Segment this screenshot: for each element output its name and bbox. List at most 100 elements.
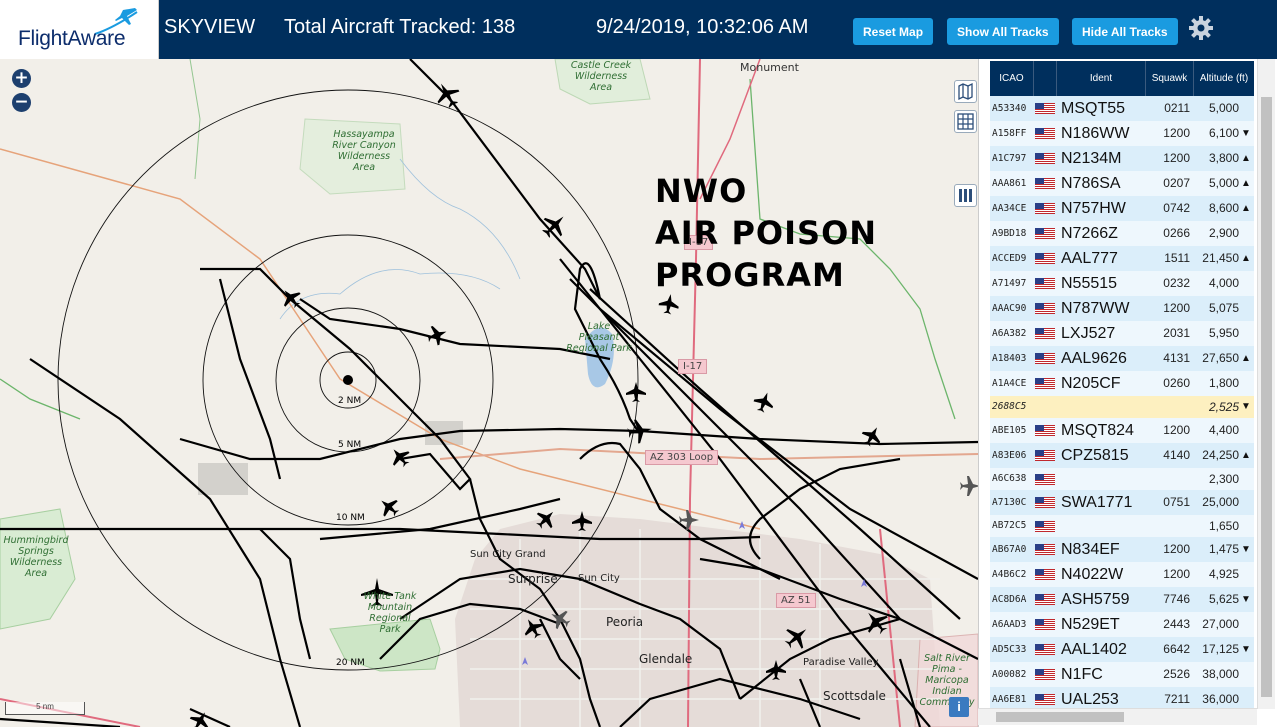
table-row[interactable]: 2688C5 2,525 ▼	[990, 396, 1254, 418]
zoom-out-button[interactable]: −	[12, 93, 31, 112]
table-row[interactable]: A83E06 CPZ5815 4140 24,250 ▲	[990, 443, 1254, 468]
table-row[interactable]: A53340 MSQT55 0211 5,000	[990, 96, 1254, 121]
columns-toggle-button[interactable]	[954, 184, 977, 207]
ident-cell: N787WW	[1061, 300, 1130, 317]
altitude-cell: 27,650	[1202, 351, 1239, 365]
altitude-trend-cell	[1241, 271, 1252, 296]
us-flag-icon	[1035, 278, 1055, 289]
table-row[interactable]: A18403 AAL9626 4131 27,650 ▲	[990, 346, 1254, 371]
reset-map-button[interactable]: Reset Map	[853, 18, 934, 45]
table-row[interactable]: A6C638 2,300	[990, 468, 1254, 490]
app-title: SKYVIEW	[164, 16, 256, 38]
squawk-cell: 0751	[1163, 495, 1190, 509]
ident-cell: ASH5759	[1061, 591, 1130, 608]
table-row[interactable]: AA34CE N757HW 0742 8,600 ▲	[990, 196, 1254, 221]
ring-label-20nm: 20 NM	[336, 658, 365, 668]
us-flag-icon	[1035, 328, 1055, 339]
icao-cell: AA34CE	[992, 203, 1027, 214]
ident-cell: N205CF	[1061, 375, 1121, 392]
table-row[interactable]: AB67A0 N834EF 1200 1,475 ▼	[990, 537, 1254, 562]
table-row[interactable]: A6A382 LXJ527 2031 5,950	[990, 321, 1254, 346]
altitude-cell: 2,525	[1208, 400, 1239, 414]
table-row[interactable]: AAAC90 N787WW 1200 5,075	[990, 296, 1254, 321]
map-view[interactable]: Castle Creek Wilderness Area Monument Ha…	[0, 59, 978, 727]
logo-text: FlightAware	[18, 27, 126, 50]
zoom-in-button[interactable]: +	[12, 69, 31, 88]
icao-cell: A00082	[992, 669, 1027, 680]
squawk-cell	[1148, 468, 1190, 490]
table-row[interactable]: ABE105 MSQT824 1200 4,400	[990, 418, 1254, 443]
icao-cell: A1A4CE	[992, 378, 1027, 389]
squawk-cell: 2526	[1163, 667, 1190, 681]
table-row[interactable]: A00082 N1FC 2526 38,000	[990, 662, 1254, 687]
us-flag-icon	[1035, 228, 1055, 239]
table-row[interactable]: A9BD18 N7266Z 0266 2,900	[990, 221, 1254, 246]
table-row[interactable]: A1C797 N2134M 1200 3,800 ▲	[990, 146, 1254, 171]
altitude-trend-cell: ▲	[1241, 353, 1251, 364]
squawk-cell: 2031	[1163, 326, 1190, 340]
table-row[interactable]: A7130C SWA1771 0751 25,000	[990, 490, 1254, 515]
ident-cell: AAL1402	[1061, 641, 1127, 658]
table-row[interactable]: A4B6C2 N4022W 1200 4,925	[990, 562, 1254, 587]
ident-cell: MSQT55	[1061, 100, 1126, 117]
scrollbar-thumb[interactable]	[996, 712, 1124, 722]
table-row[interactable]: AC8D6A ASH5759 7746 5,625 ▼	[990, 587, 1254, 612]
altitude-cell: 2,300	[1208, 472, 1239, 486]
altitude-trend-cell: ▲	[1241, 253, 1251, 264]
icao-cell: A7130C	[992, 497, 1027, 508]
ident-cell: AAL9626	[1061, 350, 1127, 367]
overlay-caption: NWO AIR POISON PROGRAM	[655, 170, 877, 296]
hide-all-tracks-button[interactable]: Hide All Tracks	[1072, 18, 1178, 45]
park-label-lake-pleasant: Lake Pleasant Regional Park	[566, 321, 632, 354]
table-row[interactable]: A158FF N186WW 1200 6,100 ▼	[990, 121, 1254, 146]
table-row[interactable]: AD5C33 AAL1402 6642 17,125 ▼	[990, 637, 1254, 662]
info-icon[interactable]: i	[949, 697, 969, 717]
altitude-trend-cell	[1241, 468, 1252, 490]
us-flag-icon	[1035, 425, 1055, 436]
us-flag-icon	[1035, 303, 1055, 314]
column-header-squawk[interactable]: Squawk	[1146, 61, 1194, 96]
table-row[interactable]: AAA861 N786SA 0207 5,000 ▲	[990, 171, 1254, 196]
table-row[interactable]: A71497 N55515 0232 4,000	[990, 271, 1254, 296]
map-icon	[958, 82, 973, 101]
overlay-line: AIR POISON	[655, 214, 878, 252]
ident-cell	[1061, 468, 1147, 490]
table-row[interactable]: A6AAD3 N529ET 2443 27,000	[990, 612, 1254, 637]
squawk-cell: 1200	[1163, 126, 1190, 140]
altitude-trend-cell	[1241, 371, 1252, 396]
gear-icon[interactable]	[1188, 15, 1214, 41]
park-label-castle-creek: Castle Creek Wilderness Area	[570, 60, 632, 93]
squawk-cell	[1148, 515, 1190, 537]
ident-cell: N55515	[1061, 275, 1118, 292]
column-header-flag[interactable]	[1034, 61, 1057, 96]
us-flag-icon	[1035, 178, 1055, 189]
scrollbar-thumb[interactable]	[1261, 97, 1272, 697]
column-header-altitude[interactable]: Altitude (ft)	[1194, 61, 1254, 96]
show-all-tracks-button[interactable]: Show All Tracks	[947, 18, 1059, 45]
table-row[interactable]: ACCED9 AAL777 1511 21,450 ▲	[990, 246, 1254, 271]
column-header-ident[interactable]: Ident	[1057, 61, 1146, 96]
altitude-trend-cell	[1241, 612, 1252, 637]
us-flag-icon	[1035, 128, 1055, 139]
altitude-trend-cell: ▲	[1241, 178, 1251, 189]
table-row[interactable]: A1A4CE N205CF 0260 1,800	[990, 371, 1254, 396]
place-label-paradise-valley: Paradise Valley	[803, 657, 879, 668]
table-vertical-scrollbar[interactable]	[1257, 59, 1275, 709]
altitude-cell: 1,475	[1208, 542, 1239, 556]
icao-cell: AB72C5	[992, 520, 1027, 531]
grid-toggle-button[interactable]	[954, 110, 977, 133]
ident-cell: N7266Z	[1061, 225, 1118, 242]
map-layers-button[interactable]	[954, 80, 977, 103]
table-horizontal-scrollbar[interactable]	[978, 708, 1257, 725]
icao-cell: ACCED9	[992, 253, 1027, 264]
squawk-cell: 0266	[1163, 226, 1190, 240]
flightaware-logo[interactable]: FlightAware	[0, 0, 159, 59]
column-header-icao[interactable]: ICAO	[990, 61, 1034, 96]
squawk-cell: 0260	[1163, 376, 1190, 390]
altitude-cell: 5,950	[1208, 326, 1239, 340]
table-row[interactable]: AB72C5 1,650	[990, 515, 1254, 537]
altitude-cell: 5,075	[1208, 301, 1239, 315]
ident-cell: AAL777	[1061, 250, 1118, 267]
squawk-cell: 1200	[1163, 567, 1190, 581]
road-shield-az303: AZ 303 Loop	[645, 450, 719, 465]
